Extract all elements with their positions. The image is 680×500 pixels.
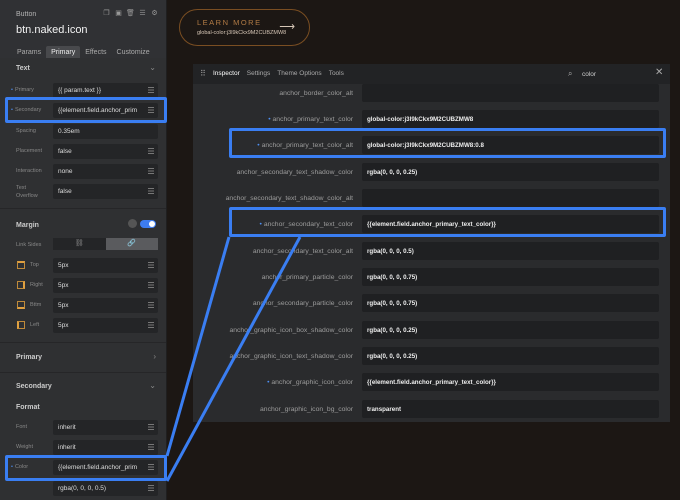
connector-line (165, 236, 302, 482)
connector-lines (165, 236, 302, 482)
